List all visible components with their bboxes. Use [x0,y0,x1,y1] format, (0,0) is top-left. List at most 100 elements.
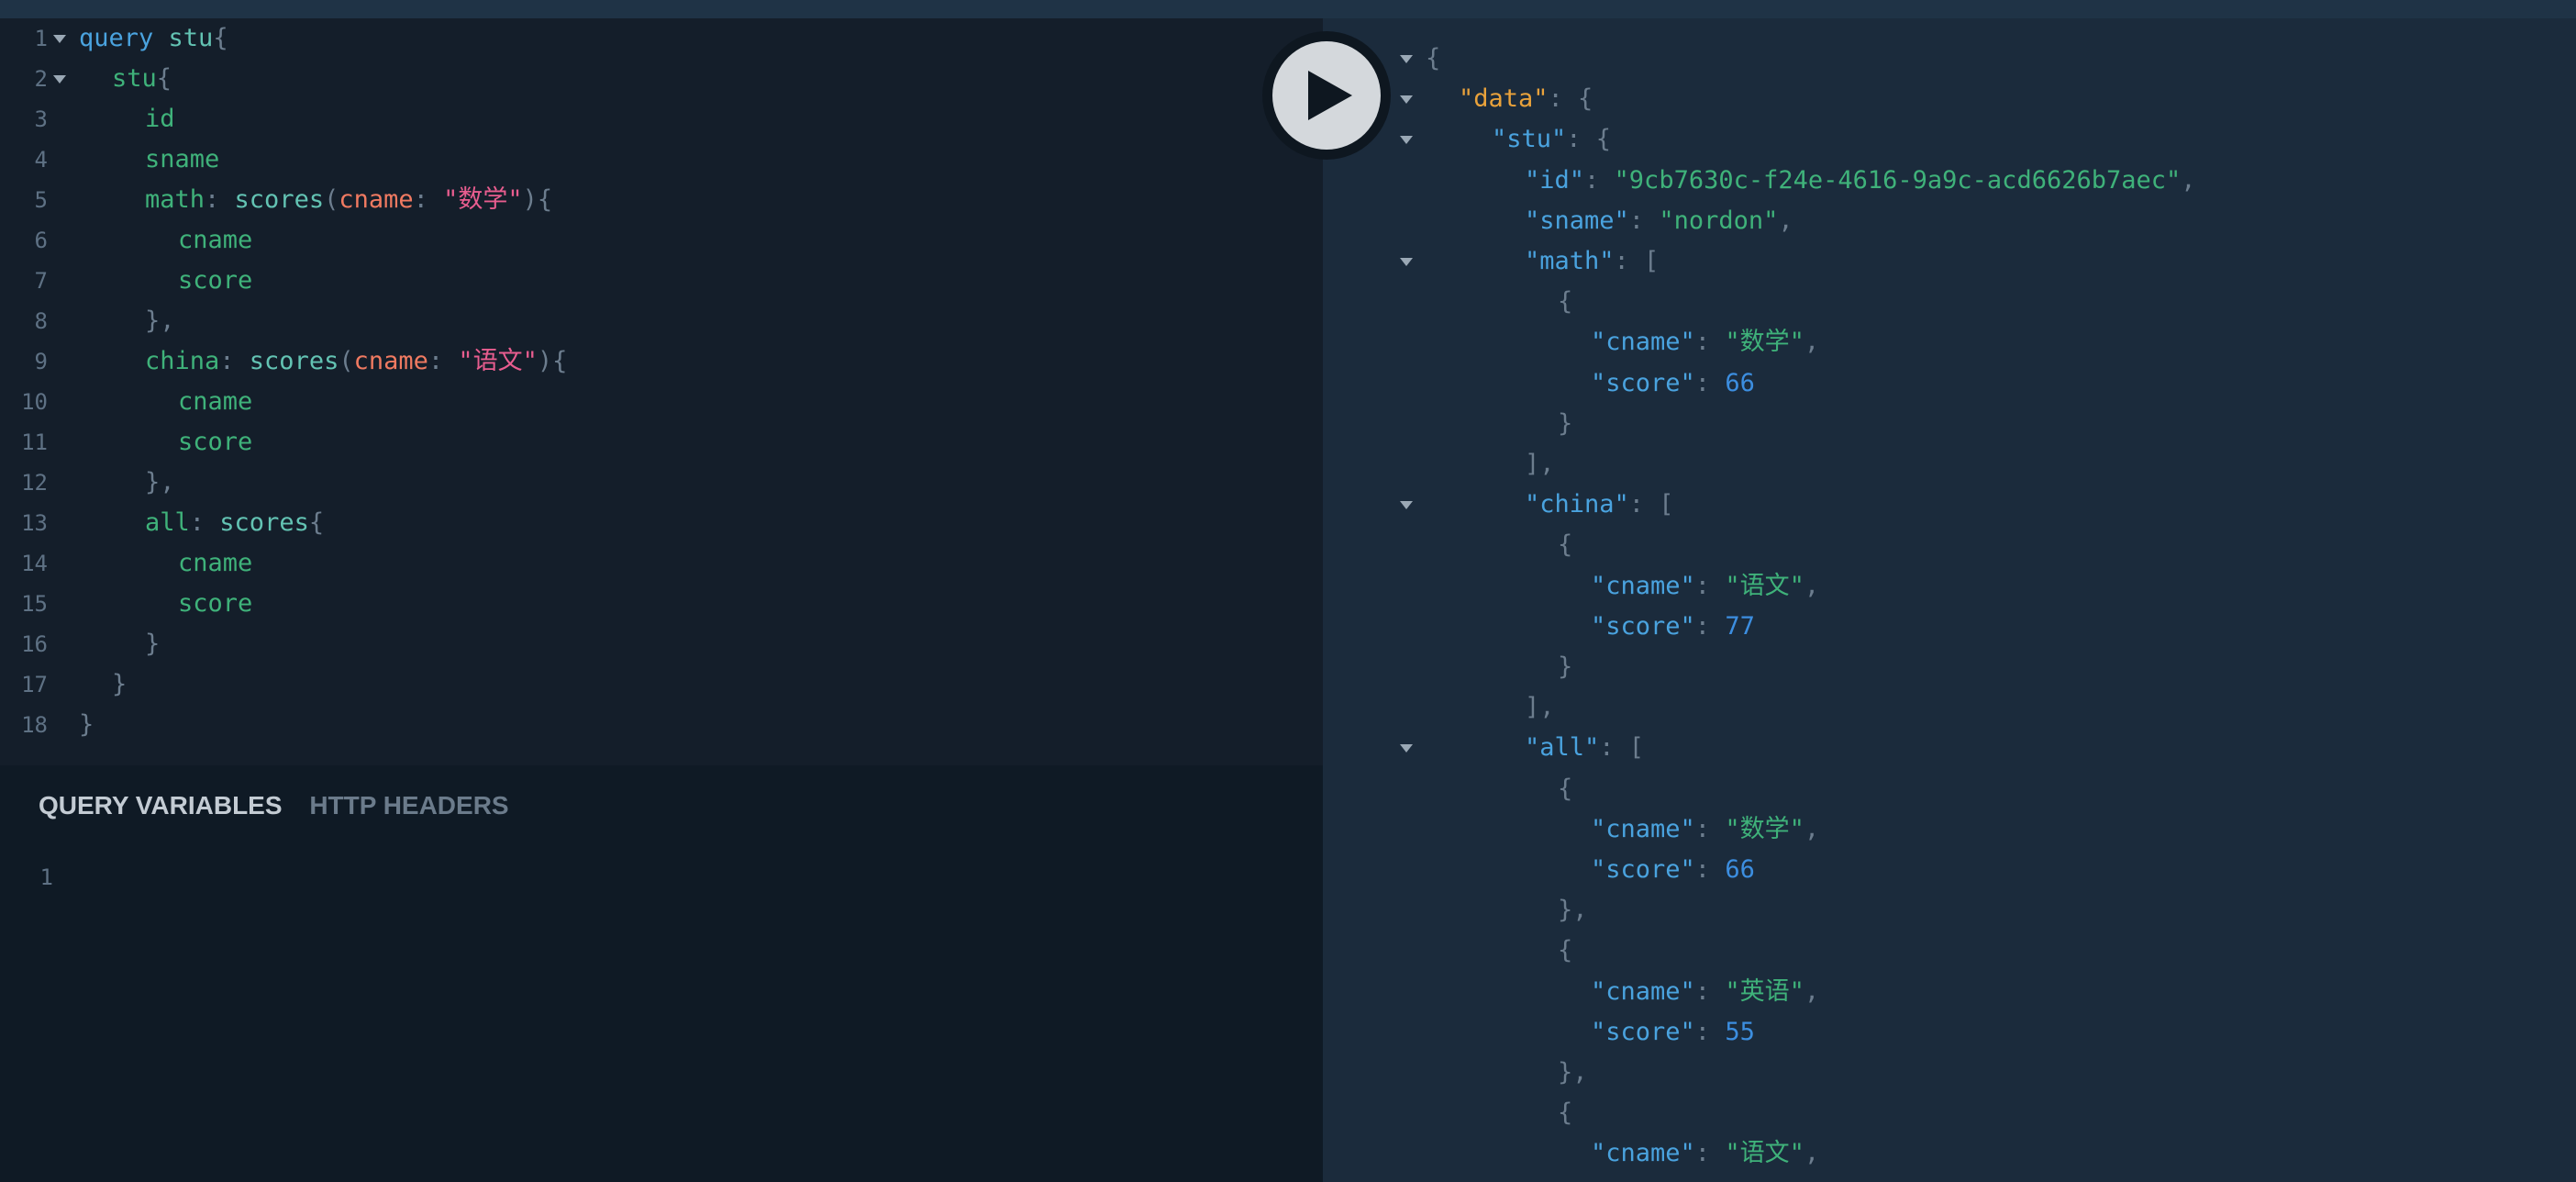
code-token: stu [112,64,157,93]
json-token: ], [1525,693,1555,722]
result-line: "cname": "数学", [1323,322,2576,362]
result-line: }, [1323,1053,2576,1093]
json-token: "id" [1525,165,1585,195]
editor-line[interactable]: 3 id [0,99,1323,139]
line-number: 2 [34,66,48,92]
editor-line[interactable]: 13 all: scores{ [0,503,1323,543]
code-token: cname [178,549,253,577]
editor-line[interactable]: 9 china: scores(cname: "语文"){ [0,341,1323,382]
result-line: { [1323,769,2576,809]
play-icon [1308,71,1352,120]
json-token: : [ [1599,733,1645,763]
json-token: "stu" [1492,125,1567,154]
json-text: "score": 55 [1591,1012,1755,1053]
result-line: { [1323,39,2576,79]
json-text: { [1558,282,1572,322]
code-token: } [79,710,94,739]
result-line: "sname": "nordon", [1323,201,2576,241]
json-text: "stu": { [1492,119,1611,160]
editor-line[interactable]: 7 score [0,261,1323,301]
result-line: "score": 77 [1323,607,2576,647]
json-token: "语文" [1725,571,1804,600]
json-text: "id": "9cb7630c-f24e-4616-9a9c-acd6626b7… [1525,161,2196,201]
json-text: "china": [ [1525,485,1674,525]
result-line: "cname": "英语", [1323,972,2576,1012]
json-token: , [1804,571,1820,600]
line-number: 11 [21,429,48,455]
code-token: { [308,508,325,537]
result-line: ], [1323,444,2576,485]
code-token: stu [168,24,214,52]
code-token: score [178,428,253,456]
run-button-face [1272,41,1381,150]
editor-line[interactable]: 6 cname [0,220,1323,261]
query-editor[interactable]: 1 query stu{2 stu{3 id 4 sname 5 math: scores(c… [0,18,1323,765]
fold-arrow-icon[interactable] [1398,39,1415,79]
json-text: "data": { [1459,79,1593,119]
code-text: cname [178,382,252,422]
code-text: cname [178,220,252,261]
editor-line[interactable]: 18} [0,705,1323,745]
tab-query-variables[interactable]: QUERY VARIABLES [39,787,283,824]
json-token: : [ [1614,247,1660,275]
editor-line[interactable]: 14 cname [0,543,1323,584]
editor-line[interactable]: 1 query stu{ [0,18,1323,59]
json-token: { [1558,1098,1573,1128]
json-token: : { [1548,84,1593,114]
editor-line[interactable]: 4 sname [0,139,1323,180]
editor-line[interactable]: 11 score [0,422,1323,463]
tab-http-headers[interactable]: HTTP HEADERS [309,787,508,824]
json-text: "cname": "语文", [1591,566,1819,607]
code-text: } [79,705,94,745]
line-number: 4 [34,147,48,173]
editor-line[interactable]: 12}, [0,463,1323,503]
result-line: } [1323,404,2576,444]
fold-arrow-icon[interactable] [1398,485,1415,525]
code-token: score [178,266,253,295]
json-token: : [1584,165,1615,195]
json-text: "cname": "语文", [1591,1133,1819,1174]
editor-line[interactable]: 8}, [0,301,1323,341]
json-token: , [2181,165,2196,195]
code-text: stu{ [112,59,172,99]
json-text: } [1558,404,1572,444]
json-text: "math": [ [1525,241,1659,282]
editor-line[interactable]: 17} [0,664,1323,705]
result-line: "math": [ [1323,241,2576,282]
graphiql-app: 1 query stu{2 stu{3 id 4 sname 5 math: scores(c… [0,0,2576,1182]
editor-line[interactable]: 2 stu{ [0,59,1323,99]
editor-line[interactable]: 16} [0,624,1323,664]
json-text: { [1558,525,1572,565]
code-token: "数学" [443,185,523,214]
code-token: cname [178,387,253,416]
fold-arrow-icon[interactable] [1398,79,1415,119]
code-text: cname [178,543,252,584]
json-token: "all" [1525,733,1600,763]
editor-line[interactable]: 10 cname [0,382,1323,422]
fold-arrow-icon[interactable] [51,59,68,99]
code-token: math [145,185,205,214]
run-query-button[interactable] [1262,31,1391,160]
result-line: "stu": { [1323,119,2576,160]
fold-arrow-icon[interactable] [1398,241,1415,282]
fold-arrow-icon[interactable] [51,18,68,59]
variables-editor[interactable]: 1 [0,857,1323,898]
code-text: } [112,664,127,705]
result-line: "all": [ [1323,728,2576,768]
json-text: { [1558,931,1572,971]
code-token: ( [324,185,339,214]
json-token: "score" [1591,1017,1695,1046]
fold-arrow-icon[interactable] [1398,728,1415,768]
json-token: "score" [1591,368,1695,397]
json-text: }, [1558,890,1588,931]
line-number: 15 [21,591,48,617]
editor-line[interactable]: 5 math: scores(cname: "数学"){ [0,180,1323,220]
result-line: "data": { [1323,79,2576,119]
editor-line[interactable]: 15 score [0,584,1323,624]
fold-arrow-icon[interactable] [1398,119,1415,160]
json-text: } [1558,647,1572,687]
json-token: 66 [1725,855,1755,884]
code-token: china [145,347,220,375]
json-text: "cname": "数学", [1591,322,1819,362]
json-token: , [1804,814,1820,843]
